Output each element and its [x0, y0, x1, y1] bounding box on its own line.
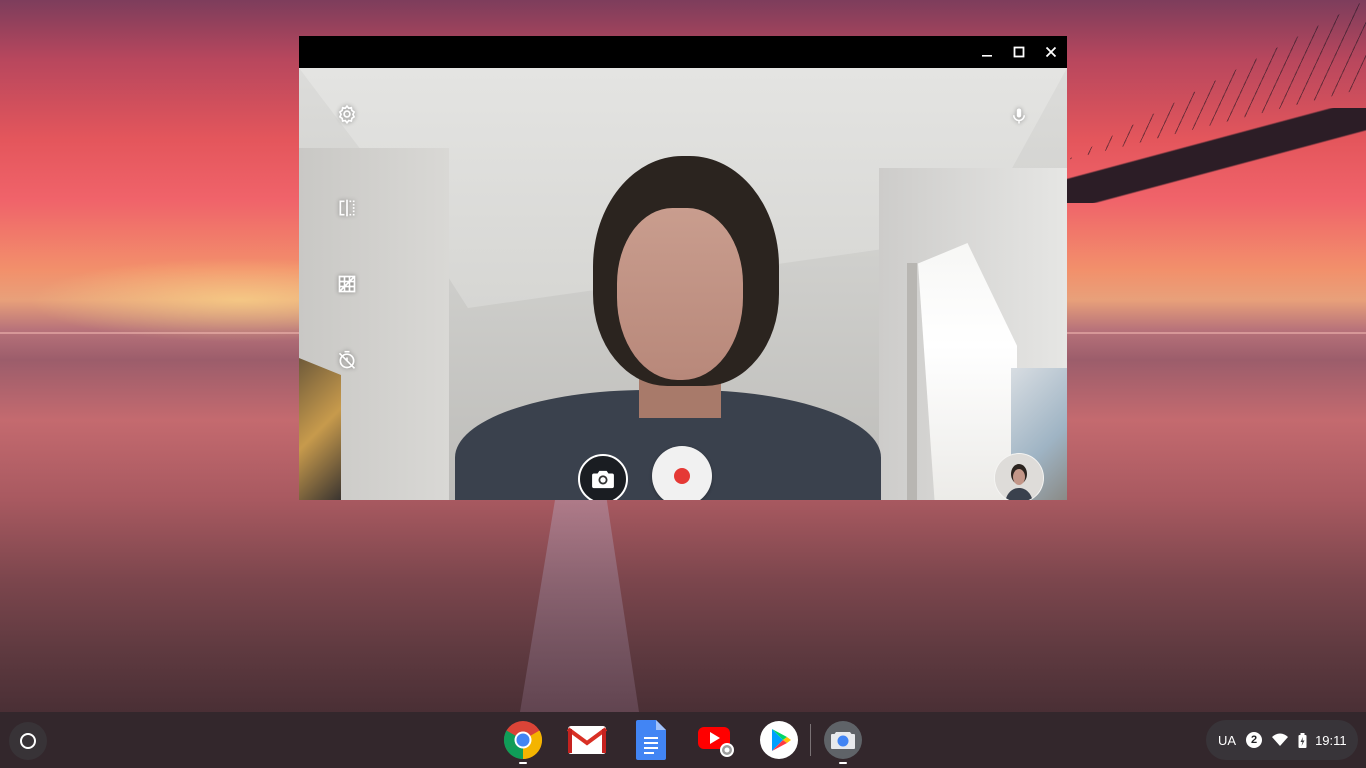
shelf-app-play-store[interactable] [757, 718, 801, 762]
mic-icon [1013, 108, 1025, 124]
grid-icon [338, 275, 356, 293]
maximize-icon [1013, 46, 1025, 58]
launcher-icon [20, 733, 36, 749]
play-store-icon [760, 721, 798, 759]
youtube-icon [698, 727, 734, 757]
camera-preview[interactable] [299, 68, 1067, 500]
maximize-button[interactable] [1003, 36, 1035, 68]
grid-toggle[interactable] [327, 264, 367, 304]
settings-button[interactable] [327, 94, 367, 134]
room-window-frame [907, 263, 917, 500]
shelf [0, 712, 1366, 768]
mirror-icon [339, 199, 355, 217]
camera-window [299, 36, 1067, 500]
ime-indicator: UA [1218, 732, 1237, 748]
wifi-icon [1272, 733, 1289, 747]
mirror-toggle[interactable] [327, 188, 367, 228]
shelf-app-gmail[interactable] [565, 718, 609, 762]
shelf-app-camera[interactable] [821, 718, 865, 764]
gallery-thumbnail[interactable] [994, 453, 1044, 500]
photo-mode-button[interactable] [578, 454, 628, 500]
minimize-button[interactable] [971, 36, 1003, 68]
timer-toggle[interactable] [327, 340, 367, 380]
battery-icon [1298, 732, 1307, 748]
close-icon [1045, 46, 1057, 58]
bridge-deck [1067, 108, 1366, 203]
running-indicator [519, 762, 527, 764]
launcher-button[interactable] [9, 722, 47, 760]
timer-off-icon [338, 350, 356, 369]
mic-toggle[interactable] [999, 96, 1039, 136]
shelf-app-youtube[interactable] [693, 718, 737, 762]
person-face [617, 208, 743, 380]
record-icon [674, 468, 690, 484]
gmail-icon [567, 726, 607, 754]
running-indicator [839, 762, 847, 764]
shelf-separator [810, 724, 811, 756]
close-button[interactable] [1035, 36, 1067, 68]
record-button[interactable] [652, 446, 712, 500]
notification-badge: 2 [1246, 732, 1263, 748]
window-titlebar[interactable] [299, 36, 1067, 68]
clock: 19:11 [1315, 732, 1347, 748]
status-tray[interactable]: UA 2 19:11 [1206, 720, 1358, 760]
chrome-icon [503, 721, 543, 760]
shelf-app-chrome[interactable] [501, 718, 545, 764]
thumbnail-image [995, 454, 1043, 500]
gear-icon [338, 104, 356, 124]
minimize-icon [982, 55, 992, 57]
docs-icon [636, 720, 666, 760]
camera-app-icon [824, 721, 862, 759]
shelf-app-docs[interactable] [629, 718, 673, 762]
camera-icon [592, 470, 614, 489]
